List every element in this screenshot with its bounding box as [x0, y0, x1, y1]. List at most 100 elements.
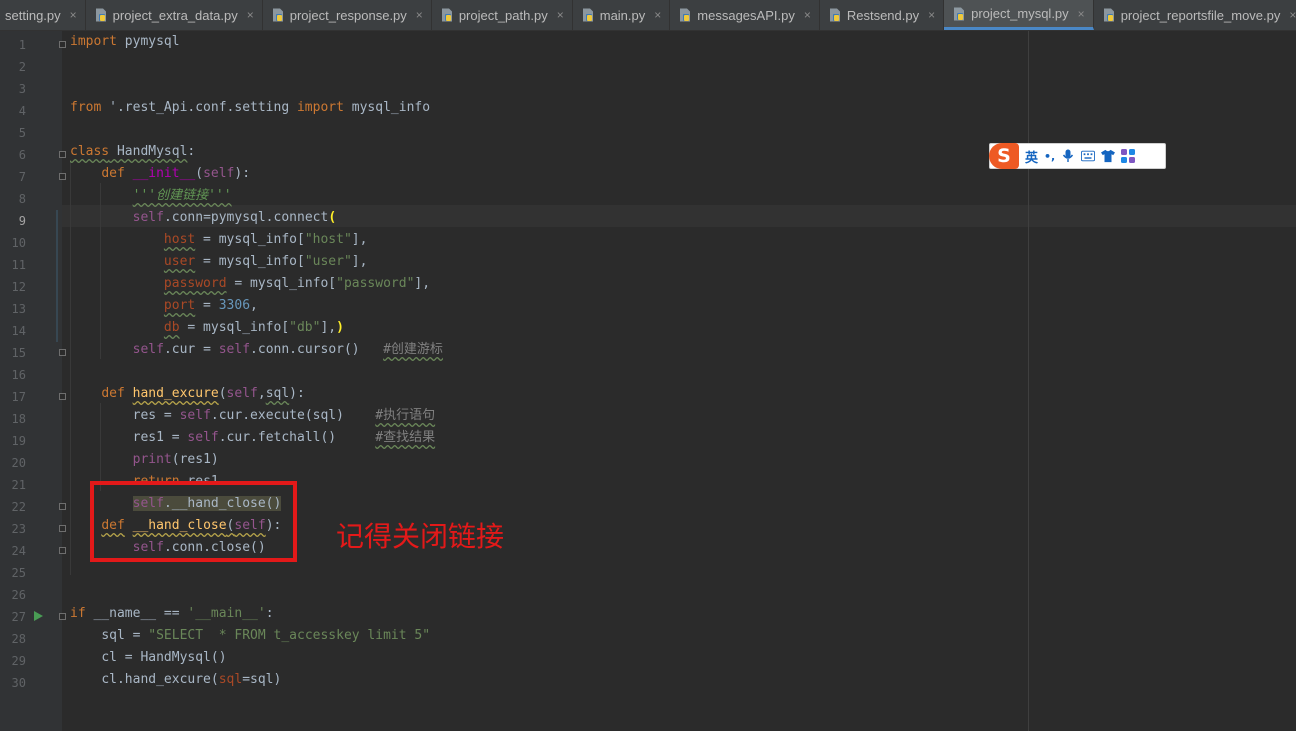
- code-line-10: host = mysql_info["host"],: [163, 232, 368, 247]
- tab-label: main.py: [599, 7, 646, 23]
- code-line-6: class HandMysql:: [70, 144, 196, 159]
- microphone-icon[interactable]: [1061, 149, 1075, 163]
- tab-project_reportsfile_move-py[interactable]: project_reportsfile_move.py ×: [1094, 0, 1296, 30]
- tab-label: project_path.py: [458, 7, 548, 23]
- tab-project_mysql-py[interactable]: project_mysql.py ×: [944, 0, 1094, 30]
- tab-restsend-py[interactable]: Restsend.py ×: [820, 0, 945, 30]
- line-number[interactable]: 7: [0, 166, 26, 188]
- close-tab-icon[interactable]: ×: [70, 8, 77, 22]
- tab-label: Restsend.py: [846, 7, 920, 23]
- line-number[interactable]: 14: [0, 320, 26, 342]
- line-number[interactable]: 12: [0, 276, 26, 298]
- vcs-change-marker[interactable]: [56, 210, 58, 342]
- close-tab-icon[interactable]: ×: [654, 8, 661, 22]
- code-line-13: port = 3306,: [163, 298, 258, 313]
- line-number[interactable]: 24: [0, 540, 26, 562]
- line-number[interactable]: 19: [0, 430, 26, 452]
- code-line-8: '''创建链接''': [132, 188, 232, 203]
- run-icon[interactable]: [34, 611, 43, 621]
- python-file-icon: [828, 8, 842, 22]
- sogou-logo-icon[interactable]: S: [989, 143, 1019, 169]
- line-number[interactable]: 11: [0, 254, 26, 276]
- code-line-11: user = mysql_info["user"],: [163, 254, 368, 269]
- close-tab-icon[interactable]: ×: [247, 8, 254, 22]
- code-line-4: from '.rest_Api.conf.setting import mysq…: [70, 100, 431, 115]
- editor-tab-bar: setting.py × project_extra_data.py × project…: [0, 0, 1296, 31]
- annotation-text: 记得关闭链接: [336, 520, 505, 553]
- tab-setting-py[interactable]: setting.py ×: [0, 0, 86, 30]
- code-line-18: res = self.cur.execute(sql) #执行语句: [132, 408, 436, 423]
- line-number[interactable]: 16: [0, 364, 26, 386]
- tab-label: project_extra_data.py: [112, 7, 238, 23]
- redacted-module-path: '.rest_Api.conf.setting: [101, 100, 297, 115]
- tab-label: project_response.py: [289, 7, 407, 23]
- tab-label: project_reportsfile_move.py: [1120, 7, 1281, 23]
- line-number[interactable]: 20: [0, 452, 26, 474]
- line-number[interactable]: 17: [0, 386, 26, 408]
- line-number[interactable]: 29: [0, 650, 26, 672]
- code-line-28: sql = "SELECT * FROM t_accesskey limit 5…: [101, 628, 431, 643]
- close-tab-icon[interactable]: ×: [557, 8, 564, 22]
- line-number[interactable]: 28: [0, 628, 26, 650]
- close-tab-icon[interactable]: ×: [1289, 8, 1296, 22]
- tab-project_path-py[interactable]: project_path.py ×: [432, 0, 573, 30]
- tab-project_extra_data-py[interactable]: project_extra_data.py ×: [86, 0, 263, 30]
- line-number[interactable]: 22: [0, 496, 26, 518]
- code-line-17: def hand_excure(self,sql):: [101, 386, 305, 401]
- line-number[interactable]: 8: [0, 188, 26, 210]
- line-number[interactable]: 6: [0, 144, 26, 166]
- python-file-icon: [581, 8, 595, 22]
- ime-punctuation-toggle[interactable]: •,: [1044, 150, 1055, 163]
- tab-label: project_mysql.py: [971, 6, 1069, 21]
- close-tab-icon[interactable]: ×: [928, 8, 935, 22]
- tab-messagesapi-py[interactable]: messagesAPI.py ×: [670, 0, 820, 30]
- skin-shirt-icon[interactable]: [1101, 149, 1116, 163]
- line-number[interactable]: 2: [0, 56, 26, 78]
- code-line-12: password = mysql_info["password"],: [163, 276, 431, 291]
- python-file-icon: [94, 8, 108, 22]
- python-file-icon: [952, 7, 966, 21]
- line-number[interactable]: 1: [0, 34, 26, 56]
- line-number[interactable]: 13: [0, 298, 26, 320]
- ime-language-toggle[interactable]: 英: [1025, 147, 1038, 166]
- code-line-1: import pymysql: [70, 34, 180, 49]
- code-line-20: print(res1): [132, 452, 219, 467]
- line-number[interactable]: 9: [0, 210, 26, 232]
- code-line-27: if __name__ == '__main__':: [70, 606, 274, 621]
- line-number[interactable]: 10: [0, 232, 26, 254]
- line-number-gutter: 1 2 3 4 5 6 7 8 9 10 11 12 13 14 15 16 17 18 19 20 21 22 23 24 2…: [0, 31, 66, 731]
- python-file-icon: [678, 8, 692, 22]
- ime-toolbar[interactable]: S 英 •,: [989, 143, 1166, 169]
- close-tab-icon[interactable]: ×: [1078, 7, 1085, 21]
- toolbox-grid-icon[interactable]: [1121, 149, 1136, 163]
- code-line-9: self.conn=pymysql.connect(: [132, 210, 337, 225]
- line-number[interactable]: 5: [0, 122, 26, 144]
- keyboard-icon[interactable]: [1081, 149, 1096, 163]
- tab-main-py[interactable]: main.py ×: [573, 0, 671, 30]
- line-number[interactable]: 30: [0, 672, 26, 694]
- line-number[interactable]: 27: [0, 606, 26, 628]
- code-line-7: def __init__(self):: [101, 166, 251, 181]
- code-line-19: res1 = self.cur.fetchall() #查找结果: [132, 430, 436, 445]
- code-line-14: db = mysql_info["db"],): [163, 320, 344, 335]
- code-editor[interactable]: import pymysql from '.rest_Api.conf.sett…: [62, 31, 1296, 731]
- close-tab-icon[interactable]: ×: [804, 8, 811, 22]
- close-tab-icon[interactable]: ×: [416, 8, 423, 22]
- python-file-icon: [271, 8, 285, 22]
- annotation-highlight-box: [90, 481, 297, 562]
- line-number[interactable]: 25: [0, 562, 26, 584]
- line-number[interactable]: 18: [0, 408, 26, 430]
- tab-label: setting.py: [5, 7, 61, 23]
- line-number[interactable]: 15: [0, 342, 26, 364]
- tab-label: messagesAPI.py: [697, 7, 795, 23]
- python-file-icon: [440, 8, 454, 22]
- tab-project_response-py[interactable]: project_response.py ×: [263, 0, 432, 30]
- line-number[interactable]: 21: [0, 474, 26, 496]
- right-margin-guide: [1028, 31, 1029, 731]
- line-number[interactable]: 4: [0, 100, 26, 122]
- code-line-15: self.cur = self.conn.cursor() #创建游标: [132, 342, 443, 357]
- line-number[interactable]: 26: [0, 584, 26, 606]
- line-number[interactable]: 3: [0, 78, 26, 100]
- code-line-30: cl.hand_excure(sql=sql): [101, 672, 282, 687]
- line-number[interactable]: 23: [0, 518, 26, 540]
